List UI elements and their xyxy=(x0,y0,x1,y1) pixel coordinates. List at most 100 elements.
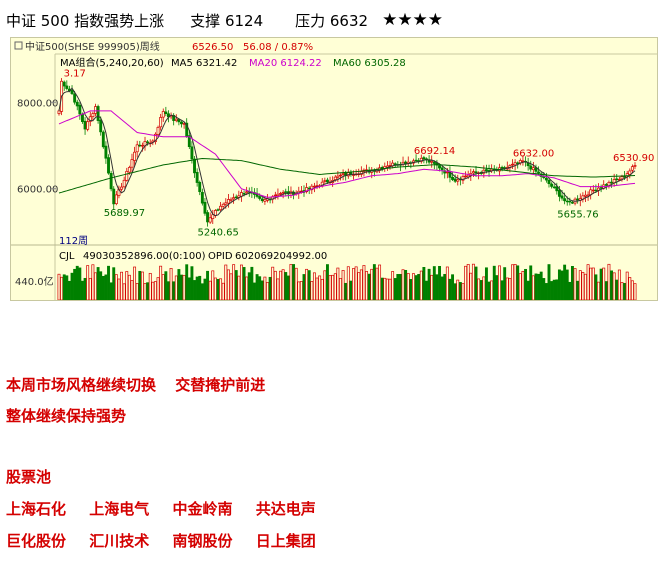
candle-body xyxy=(91,113,95,117)
volume-bar xyxy=(589,267,593,300)
volume-bar xyxy=(505,277,509,300)
y-tick-label: 8000.00 xyxy=(17,98,58,109)
period-label: 112周 xyxy=(59,235,88,247)
stock-item[interactable]: 南钢股份 xyxy=(173,530,233,551)
candle-body xyxy=(138,144,142,147)
chart-last-price: 6526.50 xyxy=(192,42,233,53)
candle-body xyxy=(57,110,61,114)
candle-body xyxy=(200,192,204,204)
volume-bar xyxy=(443,273,447,300)
volume-bar xyxy=(161,274,165,300)
volume-bar xyxy=(362,265,366,300)
candle-body xyxy=(107,157,110,174)
candle-body xyxy=(594,189,598,192)
volume-bar xyxy=(297,281,301,300)
candle-body xyxy=(281,191,285,194)
candle-body xyxy=(260,198,264,202)
volume-bar xyxy=(250,266,254,300)
candle-body xyxy=(336,175,340,178)
stock-item[interactable]: 共达电声 xyxy=(256,498,316,519)
candle-body xyxy=(86,121,90,130)
candle-body xyxy=(464,175,468,178)
volume-bar xyxy=(263,276,267,300)
candle-body xyxy=(234,196,238,199)
volume-bar xyxy=(396,274,400,300)
volume-bar xyxy=(245,276,249,300)
volume-bar xyxy=(339,277,342,300)
support-level: 支撑 6124 xyxy=(190,11,264,30)
volume-bar xyxy=(393,278,397,300)
volume-bars-group xyxy=(57,263,637,300)
volume-bar xyxy=(91,264,95,300)
volume-bar xyxy=(187,277,191,300)
candle-body xyxy=(62,81,66,87)
volume-bar xyxy=(75,265,79,300)
stock-item[interactable]: 日上集团 xyxy=(256,530,316,551)
volume-bar xyxy=(299,281,303,300)
peak-annotation: 5240.65 xyxy=(198,228,239,239)
volume-bar xyxy=(372,264,376,300)
peak-annotation: 6530.90 xyxy=(613,153,654,164)
candle-body xyxy=(576,198,580,201)
volume-bar xyxy=(547,264,551,300)
candle-body xyxy=(547,179,551,185)
volume-bar xyxy=(401,269,405,300)
stock-item[interactable]: 汇川技术 xyxy=(89,530,149,551)
volume-bar xyxy=(203,278,207,300)
candle-body xyxy=(83,120,87,130)
volume-bar xyxy=(542,278,546,300)
volume-bar xyxy=(560,270,564,300)
candle-body xyxy=(544,177,548,181)
candle-body xyxy=(563,198,567,202)
volume-bar xyxy=(326,264,329,300)
stock-item[interactable]: 中金岭南 xyxy=(173,498,233,519)
volume-bar xyxy=(127,274,131,300)
candle-body xyxy=(104,145,108,159)
volume-label: CJL xyxy=(59,251,75,262)
candle-body xyxy=(101,131,105,148)
volume-bar xyxy=(117,278,121,300)
volume-bar xyxy=(70,272,74,300)
candle-body xyxy=(276,193,280,196)
ma5-legend: MA5 6321.42 xyxy=(171,58,237,69)
volume-bar xyxy=(422,266,426,300)
candle-body xyxy=(440,167,444,171)
volume-bar xyxy=(586,264,590,300)
candle-body xyxy=(584,194,587,197)
candle-body xyxy=(73,93,77,103)
candle-body xyxy=(156,127,160,135)
stock-item[interactable]: 巨化股份 xyxy=(6,530,66,551)
ma20-legend: MA20 6124.22 xyxy=(249,58,322,69)
volume-bar xyxy=(78,267,82,300)
volume-bar xyxy=(239,264,243,300)
stock-item[interactable]: 上海石化 xyxy=(6,498,66,519)
volume-bar xyxy=(602,267,606,300)
volume-bar xyxy=(409,279,413,300)
volume-bar xyxy=(352,268,355,300)
stock-item[interactable]: 上海电气 xyxy=(89,498,149,519)
candle-body xyxy=(537,171,541,174)
candle-body xyxy=(284,191,288,193)
volume-bar xyxy=(242,267,246,300)
collapse-box-icon[interactable] xyxy=(14,41,23,50)
volume-bar xyxy=(471,263,475,300)
volume-bar xyxy=(130,280,134,300)
candle-body xyxy=(430,160,434,163)
volume-bar xyxy=(159,265,163,300)
volume-bar xyxy=(557,269,561,300)
volume-bar xyxy=(521,270,525,300)
headline: 中证 500 指数强势上涨 支撑 6124 压力 6632 ★★★★ xyxy=(6,9,443,31)
volume-bar xyxy=(247,272,251,300)
volume-bar xyxy=(573,268,577,300)
candle-body xyxy=(333,176,337,180)
volume-bar xyxy=(107,265,110,300)
volume-bar xyxy=(477,278,481,300)
candle-body xyxy=(471,171,475,174)
candle-body xyxy=(339,174,342,177)
candle-body xyxy=(453,178,457,182)
volume-bar xyxy=(273,270,277,300)
volume-bar xyxy=(584,273,587,300)
candle-body xyxy=(422,157,426,160)
volume-bar xyxy=(503,267,507,300)
ma-group-legend: MA组合(5,240,20,60) xyxy=(60,56,164,69)
